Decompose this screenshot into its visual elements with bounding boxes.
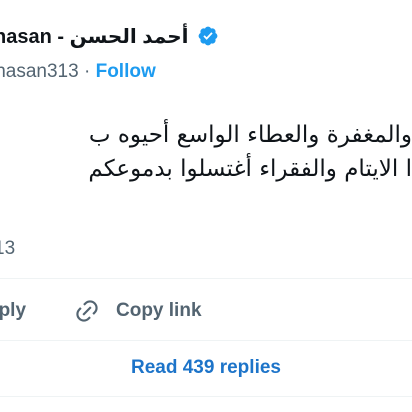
link-icon [76,300,98,322]
divider-top [0,278,412,279]
tweet-text-line-2: ا الايتام والفقراء أغتسلوا بدموعكم [88,156,412,182]
read-replies-button[interactable]: Read 439 replies [0,346,412,390]
copy-link-button[interactable]: Copy link [74,298,202,324]
author-handle[interactable]: lhasan313 [0,61,79,82]
divider-bottom [0,340,412,341]
action-bar: eply Copy link [0,296,412,330]
follow-button[interactable]: Follow [96,61,156,82]
tweet-text-line-1: والمغفرة والعطاء الواسع أحيوه ب [88,122,412,148]
separator-dot: · [83,61,91,82]
author-handle-row: lhasan313 · Follow [0,60,156,84]
reply-button[interactable]: eply [0,300,26,322]
author-name-text: hasan - أحمد الحسن [0,26,189,48]
verified-badge-icon [197,25,219,47]
author-name[interactable]: hasan - أحمد الحسن [0,24,219,50]
tweet-timestamp[interactable]: 13 [0,238,15,260]
divider-end [0,396,412,397]
copy-link-label: Copy link [116,300,202,321]
